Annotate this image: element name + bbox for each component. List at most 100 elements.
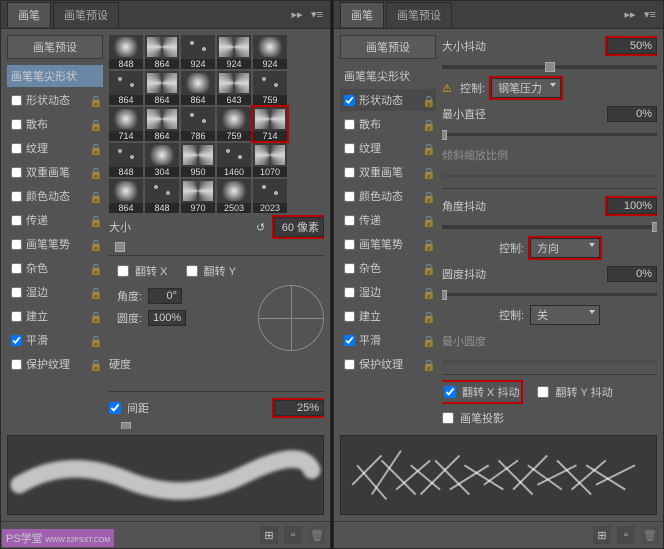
sidebar-item-noise[interactable]: 杂色🔒 <box>340 257 436 279</box>
flip-x-checkbox[interactable] <box>117 265 129 277</box>
brush-thumbnail[interactable]: 643 <box>217 71 251 105</box>
brush-thumbnail[interactable]: 864 <box>109 179 143 213</box>
footer: ⊞ ▫ 🗑 <box>334 521 663 548</box>
roundness-jitter-value[interactable]: 0% <box>607 266 657 282</box>
angle-control[interactable] <box>258 285 324 351</box>
trash-icon[interactable]: 🗑 <box>308 526 326 544</box>
tab-brush[interactable]: 画笔 <box>340 2 384 27</box>
angle-value[interactable]: 0° <box>148 288 182 304</box>
sidebar-item-smoothing[interactable]: 平滑🔒 <box>340 329 436 351</box>
spacing-value[interactable]: 25% <box>274 400 324 416</box>
roundness-value[interactable]: 100% <box>148 310 186 326</box>
sidebar-item-build-up[interactable]: 建立🔒 <box>340 305 436 327</box>
collapse-icon[interactable]: ▸▸ <box>623 8 637 22</box>
size-jitter-value[interactable]: 50% <box>607 38 657 54</box>
sidebar-item-smoothing[interactable]: 平滑🔒 <box>7 329 103 351</box>
sidebar-item-noise[interactable]: 杂色🔒 <box>7 257 103 279</box>
brush-thumbnail[interactable]: 786 <box>181 107 215 141</box>
sidebar-item-color-dynamics[interactable]: 颜色动态🔒 <box>7 185 103 207</box>
sidebar: 画笔预设 画笔笔尖形状 形状动态🔒 散布🔒 纹理🔒 双重画笔🔒 颜色动态🔒 传递… <box>340 35 436 429</box>
flip-x-jitter-checkbox[interactable] <box>444 386 456 398</box>
brush-thumbnail[interactable]: 1460 <box>217 143 251 177</box>
brush-thumbnail[interactable]: 304 <box>145 143 179 177</box>
sidebar-item-color-dynamics[interactable]: 颜色动态🔒 <box>340 185 436 207</box>
brush-thumbnail[interactable]: 759 <box>253 71 287 105</box>
sidebar-item-protect-texture[interactable]: 保护纹理🔒 <box>340 353 436 375</box>
sidebar-item-pose[interactable]: 画笔笔势🔒 <box>340 233 436 255</box>
preset-button[interactable]: 画笔预设 <box>7 35 103 59</box>
tab-brush[interactable]: 画笔 <box>7 2 51 27</box>
brush-thumbnail[interactable]: 864 <box>145 71 179 105</box>
brush-thumbnail[interactable]: 759 <box>217 107 251 141</box>
sidebar-item-texture[interactable]: 纹理🔒 <box>7 137 103 159</box>
brush-thumbnail[interactable]: 848 <box>109 143 143 177</box>
control2-dropdown[interactable]: 方向 <box>530 238 600 258</box>
min-diameter-value[interactable]: 0% <box>607 106 657 122</box>
sidebar-item-build-up[interactable]: 建立🔒 <box>7 305 103 327</box>
collapse-icon[interactable]: ▸▸ <box>290 8 304 22</box>
brush-thumbnail[interactable]: 924 <box>253 35 287 69</box>
control3-dropdown[interactable]: 关 <box>530 305 600 325</box>
menu-icon[interactable]: ▾≡ <box>643 8 657 22</box>
brush-thumbnail[interactable]: 970 <box>181 179 215 213</box>
brush-thumbnail[interactable]: 2503 <box>217 179 251 213</box>
sidebar-item-tip-shape[interactable]: 画笔笔尖形状 <box>7 65 103 87</box>
sidebar-item-scattering[interactable]: 散布🔒 <box>7 113 103 135</box>
sidebar-item-scattering[interactable]: 散布🔒 <box>340 113 436 135</box>
angle-jitter-value[interactable]: 100% <box>607 198 657 214</box>
toggle-preview-icon[interactable]: ⊞ <box>260 526 278 544</box>
toggle-preview-icon[interactable]: ⊞ <box>593 526 611 544</box>
brush-projection-checkbox[interactable] <box>442 412 454 424</box>
lock-icon: 🔒 <box>422 263 432 273</box>
brush-thumbnail[interactable]: 714 <box>253 107 287 141</box>
brush-thumbnail[interactable]: 714 <box>109 107 143 141</box>
lock-icon: 🔒 <box>89 335 99 345</box>
flip-y-checkbox[interactable] <box>186 265 198 277</box>
sidebar-item-dual-brush[interactable]: 双重画笔🔒 <box>340 161 436 183</box>
brush-thumbnail[interactable]: 924 <box>217 35 251 69</box>
sidebar-item-dual-brush[interactable]: 双重画笔🔒 <box>7 161 103 183</box>
sidebar-item-protect-texture[interactable]: 保护纹理🔒 <box>7 353 103 375</box>
brush-thumbnail[interactable]: 864 <box>109 71 143 105</box>
control-label: 控制: <box>499 240 524 256</box>
spacing-label: 间距 <box>127 400 187 416</box>
brush-thumbnail[interactable]: 1070 <box>253 143 287 177</box>
brush-thumbnail[interactable]: 848 <box>145 179 179 213</box>
new-brush-icon[interactable]: ▫ <box>284 526 302 544</box>
preset-button[interactable]: 画笔预设 <box>340 35 436 59</box>
control-dropdown[interactable]: 钢笔压力 <box>491 78 561 98</box>
sidebar-item-transfer[interactable]: 传递🔒 <box>340 209 436 231</box>
min-diameter-slider[interactable] <box>442 133 657 137</box>
brush-thumbnail[interactable]: 2023 <box>253 179 287 213</box>
size-jitter-slider[interactable] <box>442 65 657 69</box>
brush-thumbnail[interactable]: 950 <box>181 143 215 177</box>
lock-icon: 🔒 <box>89 287 99 297</box>
sidebar-item-transfer[interactable]: 传递🔒 <box>7 209 103 231</box>
sidebar-item-shape-dynamics[interactable]: 形状动态🔒 <box>7 89 103 111</box>
spacing-checkbox[interactable] <box>109 402 121 414</box>
sidebar-item-wet-edges[interactable]: 湿边🔒 <box>340 281 436 303</box>
angle-label: 角度: <box>117 288 142 304</box>
tab-presets[interactable]: 画笔预设 <box>53 2 119 27</box>
tab-presets[interactable]: 画笔预设 <box>386 2 452 27</box>
flip-y-jitter-checkbox[interactable] <box>537 386 549 398</box>
brush-thumbnail[interactable]: 924 <box>181 35 215 69</box>
roundness-jitter-slider[interactable] <box>442 293 657 297</box>
new-brush-icon[interactable]: ▫ <box>617 526 635 544</box>
trash-icon[interactable]: 🗑 <box>641 526 659 544</box>
brush-thumbnail[interactable]: 864 <box>181 71 215 105</box>
min-diameter-label: 最小直径 <box>442 106 502 122</box>
content-right: 大小抖动50% ⚠控制:钢笔压力 最小直径0% 倾斜缩放比例 角度抖动100% … <box>442 35 657 429</box>
sidebar-item-pose[interactable]: 画笔笔势🔒 <box>7 233 103 255</box>
sidebar-item-tip-shape[interactable]: 画笔笔尖形状 <box>340 65 436 87</box>
brush-thumbnail[interactable]: 864 <box>145 35 179 69</box>
sidebar-item-shape-dynamics[interactable]: 形状动态🔒 <box>340 89 436 111</box>
sidebar-item-texture[interactable]: 纹理🔒 <box>340 137 436 159</box>
sidebar-item-wet-edges[interactable]: 湿边🔒 <box>7 281 103 303</box>
brush-thumbnail[interactable]: 864 <box>145 107 179 141</box>
angle-jitter-slider[interactable] <box>442 225 657 229</box>
brush-thumbnail[interactable]: 848 <box>109 35 143 69</box>
size-value[interactable]: 60 像素 <box>274 217 324 237</box>
menu-icon[interactable]: ▾≡ <box>310 8 324 22</box>
reset-icon[interactable]: ↺ <box>256 221 268 233</box>
